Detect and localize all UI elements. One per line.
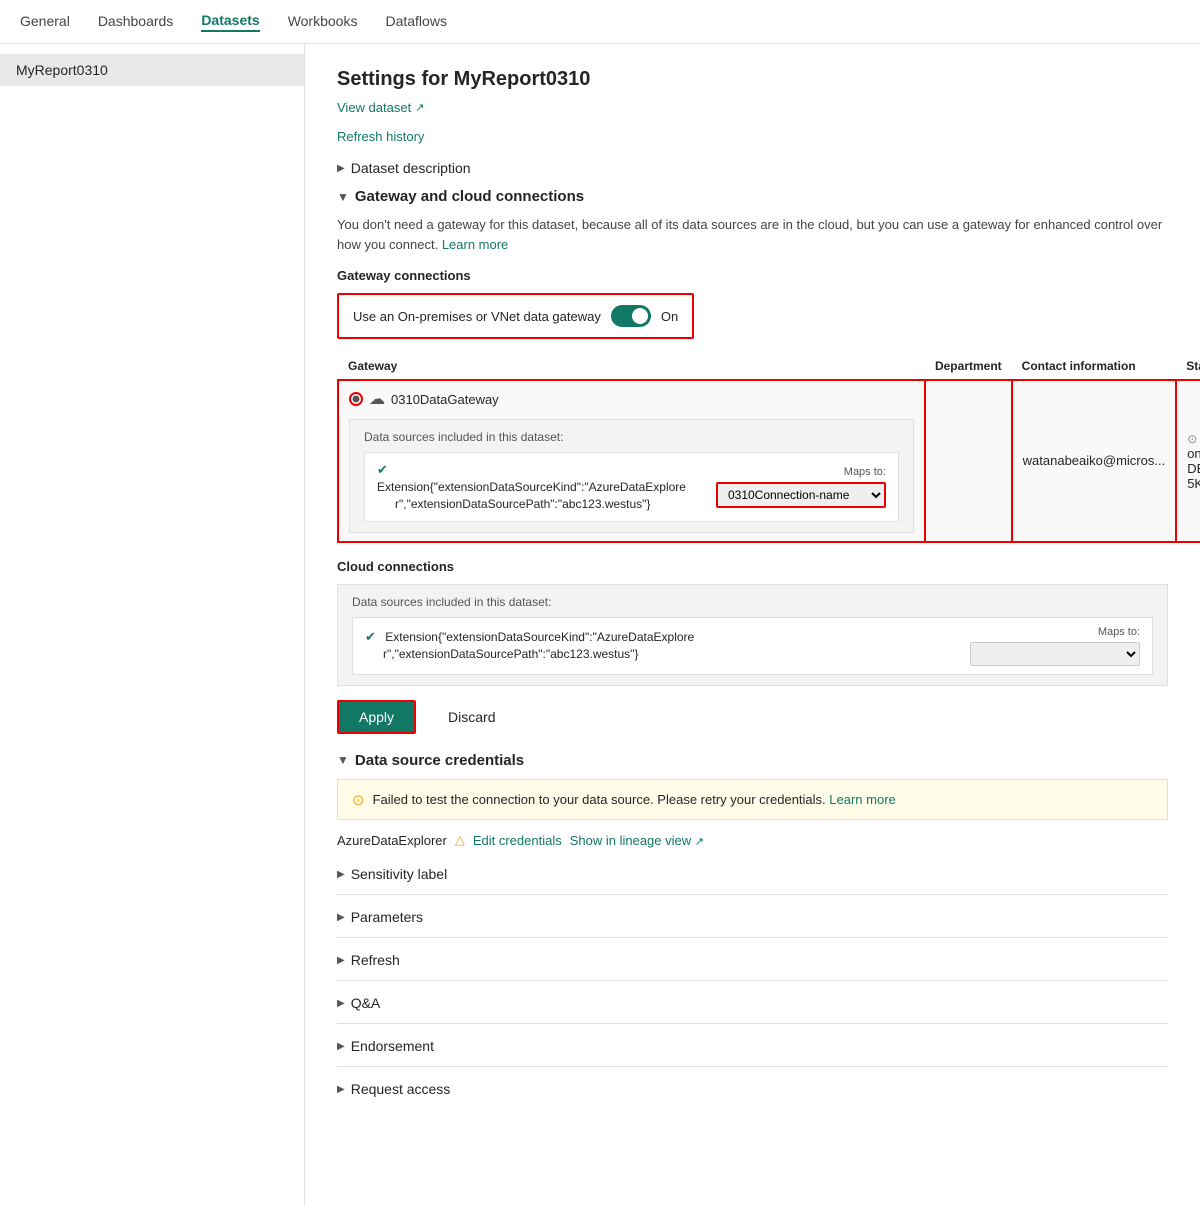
nav-datasets[interactable]: Datasets bbox=[201, 12, 259, 32]
gateway-connections-label: Gateway connections bbox=[337, 268, 1168, 283]
edit-credentials-link[interactable]: Edit credentials bbox=[473, 833, 562, 848]
gateway-name-cell: ☁ 0310DataGateway Data sources included … bbox=[338, 380, 925, 542]
chevron-right-icon: ▶ bbox=[337, 163, 345, 174]
data-source-credentials-header[interactable]: ▼ Data source credentials bbox=[337, 752, 1168, 769]
gateway-table: Gateway Department Contact information S… bbox=[337, 353, 1200, 543]
discard-button[interactable]: Discard bbox=[428, 702, 515, 732]
col-gateway: Gateway bbox=[338, 353, 925, 380]
gateway-learn-more-link[interactable]: Learn more bbox=[442, 237, 508, 252]
view-dataset-link[interactable]: View dataset ↗ bbox=[337, 100, 424, 115]
refresh-label: Refresh bbox=[351, 952, 400, 968]
gateway-cloud-description: You don't need a gateway for this datase… bbox=[337, 215, 1168, 254]
cloud-connections-section: Cloud connections Data sources included … bbox=[337, 559, 1168, 686]
data-sources-box: Data sources included in this dataset: ✔… bbox=[349, 419, 914, 533]
credential-warning-icon: △ bbox=[455, 832, 465, 848]
credentials-learn-more-link[interactable]: Learn more bbox=[829, 792, 895, 807]
parameters-section[interactable]: ▶ Parameters bbox=[337, 909, 1168, 925]
warning-icon: ⊙ bbox=[352, 791, 365, 809]
warning-text: Failed to test the connection to your da… bbox=[373, 790, 1153, 810]
qna-section[interactable]: ▶ Q&A bbox=[337, 995, 1168, 1011]
sensitivity-label-section[interactable]: ▶ Sensitivity label bbox=[337, 866, 1168, 882]
page-title: Settings for MyReport0310 bbox=[337, 68, 1168, 91]
page-layout: MyReport0310 Settings for MyReport0310 V… bbox=[0, 44, 1200, 1206]
chevron-down-section-icon: ▼ bbox=[337, 190, 349, 204]
gateway-cloud-header[interactable]: ▼ Gateway and cloud connections bbox=[337, 188, 1168, 205]
gateway-radio-button[interactable] bbox=[349, 392, 363, 406]
main-content: Settings for MyReport0310 View dataset ↗… bbox=[305, 44, 1200, 1206]
endorsement-chevron-icon: ▶ bbox=[337, 1041, 345, 1052]
parameters-chevron-icon: ▶ bbox=[337, 912, 345, 923]
cloud-check-icon: ✔ bbox=[365, 629, 376, 644]
apply-button[interactable]: Apply bbox=[337, 700, 416, 734]
gateway-status-cell: ⊙ Running on DESKTOP-5KC bbox=[1176, 380, 1200, 542]
nav-workbooks[interactable]: Workbooks bbox=[288, 13, 358, 31]
refresh-chevron-icon: ▶ bbox=[337, 955, 345, 966]
dataset-description-label: Dataset description bbox=[351, 160, 471, 176]
gateway-name-text: 0310DataGateway bbox=[391, 392, 499, 407]
nav-general[interactable]: General bbox=[20, 13, 70, 31]
nav-dataflows[interactable]: Dataflows bbox=[385, 13, 446, 31]
show-lineage-link[interactable]: Show in lineage view ↗ bbox=[570, 833, 704, 848]
cloud-data-source-text-line2: r","extensionDataSourcePath":"abc123.wes… bbox=[383, 647, 638, 661]
sidebar-item-myreport[interactable]: MyReport0310 bbox=[0, 54, 304, 86]
endorsement-section[interactable]: ▶ Endorsement bbox=[337, 1038, 1168, 1054]
qna-label: Q&A bbox=[351, 995, 381, 1011]
toggle-box: Use an On-premises or VNet data gateway … bbox=[337, 293, 694, 339]
sensitivity-label-text: Sensitivity label bbox=[351, 866, 448, 882]
gateway-cloud-section: ▼ Gateway and cloud connections You don'… bbox=[337, 188, 1168, 734]
status-icon: ⊙ bbox=[1187, 432, 1197, 446]
cloud-maps-to-label: Maps to: bbox=[1098, 626, 1140, 638]
endorsement-label: Endorsement bbox=[351, 1038, 434, 1054]
col-contact: Contact information bbox=[1012, 353, 1177, 380]
gateway-contact-cell: watanabeaiko@micros... bbox=[1012, 380, 1177, 542]
gateway-table-row: ☁ 0310DataGateway Data sources included … bbox=[338, 380, 1200, 542]
chevron-down-creds-icon: ▼ bbox=[337, 753, 349, 767]
request-access-label: Request access bbox=[351, 1081, 451, 1097]
cloud-maps-to-select[interactable] bbox=[970, 642, 1140, 666]
button-row: Apply Discard bbox=[337, 700, 1168, 734]
cloud-connections-label: Cloud connections bbox=[337, 559, 1168, 574]
toggle-state-text: On bbox=[661, 309, 678, 324]
lineage-ext-link-icon: ↗ bbox=[695, 836, 704, 848]
check-icon: ✔ bbox=[377, 462, 388, 477]
cloud-icon: ☁ bbox=[369, 389, 385, 409]
cloud-data-source-text-line1: Extension{"extensionDataSourceKind":"Azu… bbox=[385, 630, 694, 644]
request-access-section[interactable]: ▶ Request access bbox=[337, 1081, 1168, 1097]
request-access-chevron-icon: ▶ bbox=[337, 1084, 345, 1095]
gateway-department-cell bbox=[925, 380, 1012, 542]
qna-chevron-icon: ▶ bbox=[337, 998, 345, 1009]
col-status: Status bbox=[1176, 353, 1200, 380]
top-nav: General Dashboards Datasets Workbooks Da… bbox=[0, 0, 1200, 44]
data-source-credentials-section: ▼ Data source credentials ⊙ Failed to te… bbox=[337, 752, 1168, 849]
dataset-description-section[interactable]: ▶ Dataset description bbox=[337, 160, 1168, 176]
refresh-section[interactable]: ▶ Refresh bbox=[337, 952, 1168, 968]
col-department: Department bbox=[925, 353, 1012, 380]
data-source-credentials-label: Data source credentials bbox=[355, 752, 524, 769]
sensitivity-chevron-icon: ▶ bbox=[337, 869, 345, 880]
maps-to-label: Maps to: bbox=[844, 466, 886, 478]
gateway-cloud-label: Gateway and cloud connections bbox=[355, 188, 584, 205]
credentials-row: AzureDataExplorer △ Edit credentials Sho… bbox=[337, 832, 1168, 848]
gateway-toggle[interactable] bbox=[611, 305, 651, 327]
cloud-connections-box: Data sources included in this dataset: ✔… bbox=[337, 584, 1168, 686]
nav-dashboards[interactable]: Dashboards bbox=[98, 13, 174, 31]
external-link-icon: ↗ bbox=[415, 101, 424, 114]
cloud-data-source-row: ✔ Extension{"extensionDataSourceKind":"A… bbox=[352, 617, 1153, 675]
warning-box: ⊙ Failed to test the connection to your … bbox=[337, 779, 1168, 821]
parameters-label: Parameters bbox=[351, 909, 423, 925]
data-sources-label: Data sources included in this dataset: bbox=[364, 430, 899, 444]
data-source-row: ✔ Extension{"extensionDataSourceKind":"A… bbox=[364, 452, 899, 522]
credential-name: AzureDataExplorer bbox=[337, 833, 447, 848]
sidebar: MyReport0310 bbox=[0, 44, 305, 1206]
data-source-text-line2: r","extensionDataSourcePath":"abc123.wes… bbox=[395, 497, 650, 511]
data-source-text-line1: Extension{"extensionDataSourceKind":"Azu… bbox=[377, 480, 686, 494]
maps-to-select[interactable]: 0310Connection-name Other connection bbox=[716, 482, 886, 508]
cloud-data-sources-label: Data sources included in this dataset: bbox=[352, 595, 1153, 609]
toggle-label-text: Use an On-premises or VNet data gateway bbox=[353, 309, 601, 324]
refresh-history-link[interactable]: Refresh history bbox=[337, 129, 1168, 144]
